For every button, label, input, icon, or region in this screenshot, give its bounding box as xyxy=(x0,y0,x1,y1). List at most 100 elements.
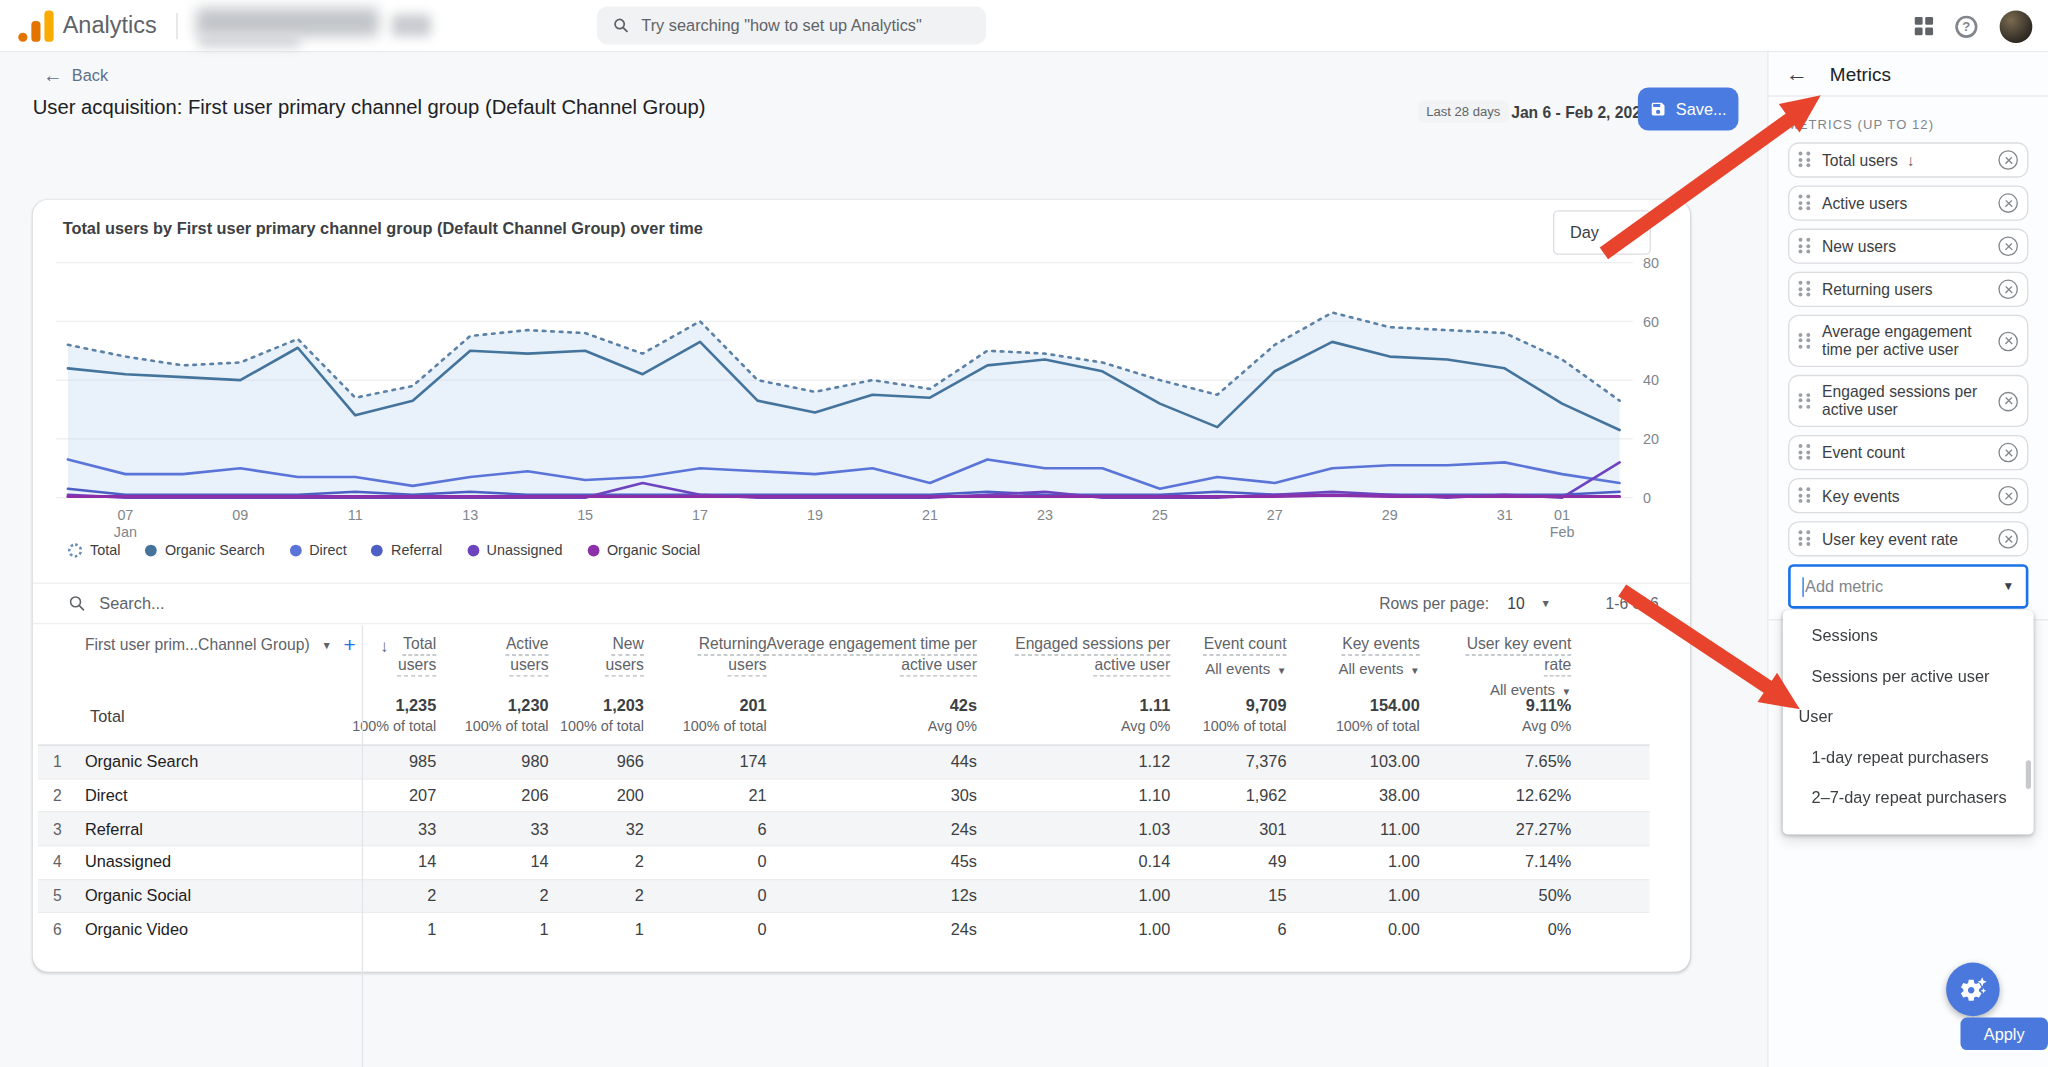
metric-chip-label: Total users xyxy=(1822,151,1898,169)
legend-item[interactable]: Organic Social xyxy=(587,542,700,558)
report-card: Total users by First user primary channe… xyxy=(33,200,1690,972)
drag-handle-icon[interactable] xyxy=(1799,195,1812,212)
add-metric-placeholder: Add metric xyxy=(1805,577,2002,595)
table-row[interactable]: 3Referral333332624s1.0330111.0027.27% xyxy=(38,812,1650,846)
column-header[interactable]: Key eventsAll events▼ xyxy=(1338,633,1419,681)
total-cell: 1,230100% of total xyxy=(465,696,549,734)
legend-item[interactable]: Organic Search xyxy=(145,542,264,558)
drag-handle-icon[interactable] xyxy=(1799,332,1812,349)
dropdown-option[interactable]: 2–7-day repeat purchasers xyxy=(1783,777,2034,817)
remove-metric-icon[interactable] xyxy=(1998,236,2018,256)
dropdown-option[interactable]: Sessions xyxy=(1783,615,2034,655)
column-header[interactable]: Average engagement time per active user xyxy=(766,633,977,675)
remove-metric-icon[interactable] xyxy=(1998,529,2018,549)
metric-cell: 1.00 xyxy=(1388,853,1420,871)
dropdown-option[interactable]: 1-day repeat purchasers xyxy=(1783,737,2034,777)
column-header[interactable]: Total users xyxy=(398,633,436,675)
channel-name: Organic Social xyxy=(85,887,191,905)
drag-handle-icon[interactable] xyxy=(1799,281,1812,298)
metric-cell: 1.03 xyxy=(1138,820,1170,838)
drag-handle-icon[interactable] xyxy=(1799,444,1812,461)
column-header[interactable]: New users xyxy=(606,633,644,675)
panel-back-icon[interactable]: ← xyxy=(1785,61,1807,87)
row-number: 5 xyxy=(38,887,77,905)
avatar[interactable] xyxy=(2000,10,2033,43)
remove-metric-icon[interactable] xyxy=(1998,280,2018,300)
date-range[interactable]: Jan 6 - Feb 2, 2025 xyxy=(1511,103,1650,121)
metric-chip[interactable]: New users xyxy=(1788,229,2028,264)
svg-text:27: 27 xyxy=(1267,507,1283,523)
remove-metric-icon[interactable] xyxy=(1998,193,2018,213)
help-icon[interactable]: ? xyxy=(1955,15,1977,37)
dropdown-scrollbar[interactable] xyxy=(2026,760,2031,789)
metric-chip[interactable]: Key events xyxy=(1788,478,2028,513)
table-row[interactable]: 5Organic Social222012s1.00151.0050% xyxy=(38,879,1650,913)
dimension-header[interactable]: First user prim...Channel Group)▼+ xyxy=(85,633,356,657)
events-filter[interactable]: All events▼ xyxy=(1204,658,1287,682)
metric-chip[interactable]: Average engagement time per active user xyxy=(1788,315,2028,367)
metric-chip[interactable]: Active users xyxy=(1788,185,2028,220)
column-header[interactable]: Active users xyxy=(506,633,549,675)
drag-handle-icon[interactable] xyxy=(1799,238,1812,255)
rows-per-page-value[interactable]: 10 xyxy=(1507,594,1524,612)
apply-button[interactable]: Apply xyxy=(1960,1017,2048,1050)
table-search-input[interactable]: Search... xyxy=(99,594,164,612)
table-toolbar: Search... Rows per page: 10 ▼ 1-6 of 6 xyxy=(33,583,1690,625)
account-selector-redacted[interactable] xyxy=(196,8,379,37)
legend-dot-icon xyxy=(587,544,599,556)
add-metric-caret-icon[interactable]: ▼ xyxy=(2002,580,2014,593)
property-badge-redacted xyxy=(392,14,431,36)
back-button[interactable]: ←Back xyxy=(43,67,108,85)
table-row[interactable]: 1Organic Search98598096617444s1.127,3761… xyxy=(38,744,1650,778)
legend-item[interactable]: Referral xyxy=(371,542,442,558)
metric-chip-label: Event count xyxy=(1822,443,1905,461)
events-filter[interactable]: All events▼ xyxy=(1338,658,1419,682)
remove-metric-icon[interactable] xyxy=(1998,150,2018,170)
add-metric-combobox[interactable]: Add metric ▼ xyxy=(1788,564,2028,608)
legend-dot-icon xyxy=(371,544,383,556)
remove-metric-icon[interactable] xyxy=(1998,443,2018,463)
legend-item[interactable]: Total xyxy=(68,542,121,558)
metric-cell: 2 xyxy=(635,853,644,871)
metric-chip[interactable]: Event count xyxy=(1788,435,2028,470)
legend-dot-icon xyxy=(290,544,302,556)
save-button[interactable]: Save... xyxy=(1638,88,1739,131)
drag-handle-icon[interactable] xyxy=(1799,392,1812,409)
svg-text:Jan: Jan xyxy=(114,524,137,540)
legend-item[interactable]: Direct xyxy=(290,542,347,558)
drag-handle-icon[interactable] xyxy=(1799,152,1812,169)
search-input[interactable]: Try searching "how to set up Analytics" xyxy=(597,7,986,45)
remove-metric-icon[interactable] xyxy=(1998,486,2018,506)
drag-handle-icon[interactable] xyxy=(1799,487,1812,504)
table-row[interactable]: 4Unassigned14142045s0.14491.007.14% xyxy=(38,845,1650,879)
svg-text:09: 09 xyxy=(232,507,248,523)
rows-per-page-caret-icon[interactable]: ▼ xyxy=(1540,598,1550,610)
remove-metric-icon[interactable] xyxy=(1998,391,2018,411)
sort-direction-icon[interactable]: ↓ xyxy=(380,636,388,656)
metric-chip[interactable]: Returning users xyxy=(1788,272,2028,307)
apps-grid-icon[interactable] xyxy=(1915,17,1933,35)
metric-cell: 985 xyxy=(409,753,436,771)
insights-fab[interactable] xyxy=(1946,963,2000,1017)
metric-chip[interactable]: User key event rate xyxy=(1788,521,2028,556)
metric-cell: 49 xyxy=(1268,853,1286,871)
svg-text:21: 21 xyxy=(922,507,938,523)
chart-legend: Total Organic Search Direct Referral Unassig… xyxy=(68,542,700,558)
table-row[interactable]: 2Direct2072062002130s1.101,96238.0012.62… xyxy=(38,778,1650,812)
drag-handle-icon[interactable] xyxy=(1799,530,1812,547)
analytics-logo-icon[interactable] xyxy=(20,10,54,41)
metric-chip[interactable]: Engaged sessions per active user xyxy=(1788,375,2028,427)
total-cell: 9.11%Avg 0% xyxy=(1522,696,1571,734)
table-row[interactable]: 6Organic Video111024s1.0060.000% xyxy=(38,912,1650,946)
metric-chip[interactable]: Total users↓ xyxy=(1788,142,2028,177)
column-header[interactable]: Engaged sessions per active user xyxy=(1015,633,1170,675)
remove-metric-icon[interactable] xyxy=(1998,331,2018,351)
table-column-divider xyxy=(362,626,363,1067)
legend-item[interactable]: Unassigned xyxy=(467,542,562,558)
dropdown-option[interactable]: Sessions per active user xyxy=(1783,656,2034,696)
legend-dot-icon xyxy=(145,544,157,556)
date-preset-badge[interactable]: Last 28 days xyxy=(1418,101,1508,123)
metric-cell: 0 xyxy=(758,887,767,905)
column-header[interactable]: Event countAll events▼ xyxy=(1204,633,1287,681)
column-header[interactable]: Returning users xyxy=(699,633,767,675)
